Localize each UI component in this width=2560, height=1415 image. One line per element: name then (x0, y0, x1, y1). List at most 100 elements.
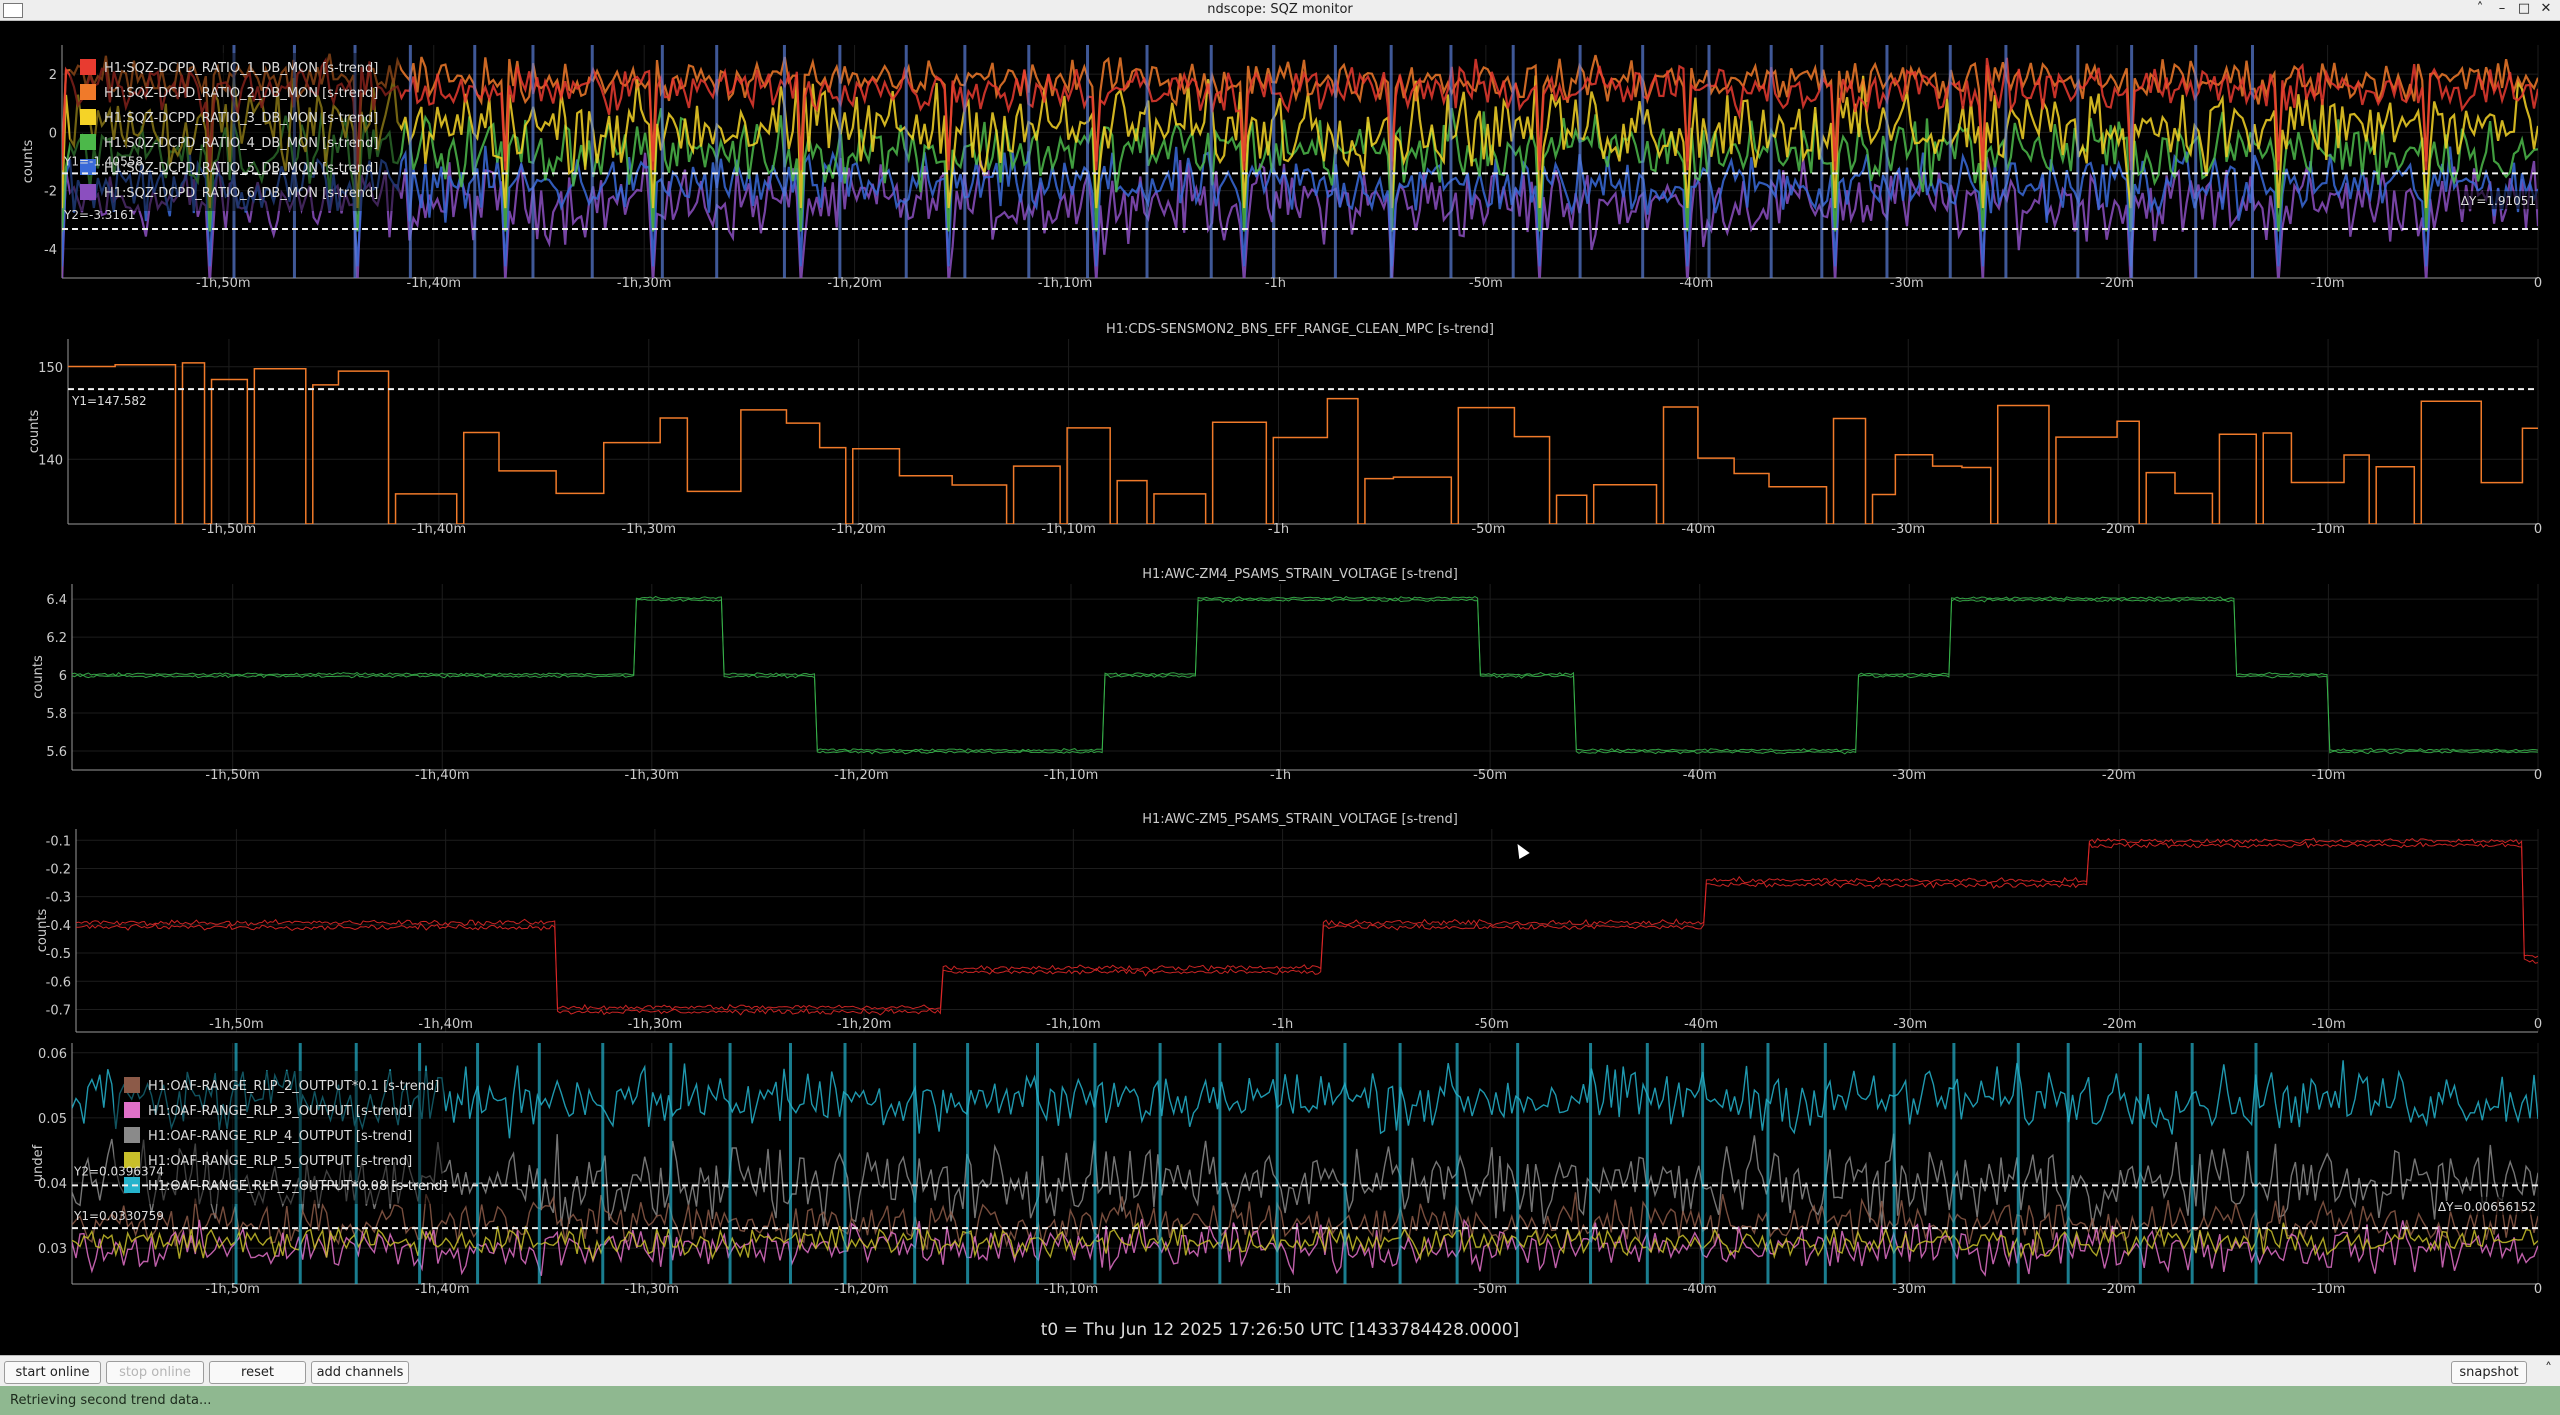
x-tick-label: -30m (1892, 1282, 1926, 1297)
x-tick-label: -1h,10m (1044, 768, 1099, 783)
stop-online-button[interactable]: stop online (106, 1361, 204, 1384)
x-tick-label: -10m (2311, 1282, 2345, 1297)
y-axis-label: counts (27, 410, 42, 454)
x-tick-label: -1h,30m (617, 276, 672, 291)
x-tick-label: -10m (2311, 522, 2345, 537)
bottom-toolbar: start online stop online reset add chann… (0, 1355, 2560, 1386)
x-tick-label: -1h (1268, 522, 1289, 537)
start-online-button[interactable]: start online (4, 1361, 101, 1384)
x-tick-label: -50m (1471, 522, 1505, 537)
y-tick-label: 5.8 (46, 707, 67, 722)
legend-swatch (124, 1127, 140, 1143)
minimize-icon[interactable]: – (2492, 1, 2512, 16)
x-tick-label: -50m (1469, 276, 1503, 291)
y1-cursor-label: Y1=-1.40558 (63, 154, 143, 168)
maximize-icon[interactable]: □ (2514, 1, 2534, 16)
y-tick-label: -0.6 (46, 975, 71, 990)
legend-swatch (124, 1102, 140, 1118)
legend-swatch (80, 134, 96, 150)
delta-y-label: ΔY=1.91051 (2461, 194, 2536, 208)
x-tick-label: -1h,10m (1041, 522, 1096, 537)
legend-entry: H1:OAF-RANGE_RLP_7_OUTPUT*0.08 [s-trend] (148, 1179, 448, 1194)
legend-swatch (80, 84, 96, 100)
x-tick-label: -1h (1270, 1282, 1291, 1297)
plot-sqz-dcpd[interactable]: counts 2 0 -2 -4 -1h,50m -1h,40m -1h,30m -1h,20m… (21, 45, 2542, 291)
plot-cds-range[interactable]: H1:CDS-SENSMON2_BNS_EFF_RANGE_CLEAN_MPC … (27, 322, 2542, 537)
legend-swatch (80, 109, 96, 125)
y-tick-label: 150 (38, 361, 63, 376)
plot-oaf-range[interactable]: undef0.060.050.040.03-1h,50m -1h,40m -1h,3… (31, 1043, 2542, 1297)
x-tick-label: -1h,40m (406, 276, 461, 291)
y-tick-label: 140 (38, 453, 63, 468)
x-tick-label: 0 (2534, 1282, 2542, 1297)
x-tick-label: -40m (1684, 1017, 1718, 1032)
y-tick-label: 5.6 (46, 745, 67, 760)
x-tick-label: -1h,50m (205, 768, 260, 783)
x-tick-label: -1h (1270, 768, 1291, 783)
x-tick-label: -1h,50m (202, 522, 257, 537)
legend-entry: H1:OAF-RANGE_RLP_3_OUTPUT [s-trend] (148, 1104, 412, 1119)
x-tick-label: -1h,30m (625, 768, 680, 783)
y-tick-label: 6.4 (46, 593, 67, 608)
y-tick-label: -0.7 (46, 1003, 71, 1018)
window-titlebar: ndscope: SQZ monitor ˄ – □ ✕ (0, 0, 2560, 21)
x-tick-label: -30m (1890, 276, 1924, 291)
x-tick-label: -50m (1473, 768, 1507, 783)
chevron-up-icon[interactable]: ˄ (2545, 1361, 2552, 1377)
plot-zm5[interactable]: H1:AWC-ZM5_PSAMS_STRAIN_VOLTAGE [s-trend… (35, 812, 2542, 1033)
y-tick-label: 6 (59, 669, 67, 684)
y-tick-label: 0 (49, 126, 57, 141)
x-tick-label: -1h,20m (831, 522, 886, 537)
legend-swatch (124, 1077, 140, 1093)
x-tick-label: -20m (2102, 768, 2136, 783)
x-tick-label: -1h,20m (827, 276, 882, 291)
y-tick-label: -0.3 (46, 891, 71, 906)
x-tick-label: -20m (2102, 1282, 2136, 1297)
x-tick-label: -50m (1473, 1282, 1507, 1297)
delta-y-label: ΔY=0.00656152 (2438, 1200, 2536, 1214)
legend-swatch (80, 59, 96, 75)
x-tick-label: -10m (2312, 1017, 2346, 1032)
y2-cursor-label: Y2=-3.3161 (63, 208, 135, 222)
x-tick-label: -30m (1893, 1017, 1927, 1032)
y2-cursor-label: Y2=0.0396374 (73, 1164, 164, 1178)
legend-entry: H1:SQZ-DCPD_RATIO_2_DB_MON [s-trend] (104, 86, 378, 101)
y-tick-label: -0.5 (46, 947, 71, 962)
x-tick-label: -20m (2103, 1017, 2137, 1032)
t0-label: t0 = Thu Jun 12 2025 17:26:50 UTC [14337… (1040, 1320, 1520, 1340)
legend-entry: H1:SQZ-DCPD_RATIO_3_DB_MON [s-trend] (104, 111, 378, 126)
x-tick-label: -30m (1892, 768, 1926, 783)
close-icon[interactable]: ✕ (2536, 1, 2556, 16)
plot-area[interactable]: counts 2 0 -2 -4 -1h,50m -1h,40m -1h,30m -1h,20m… (0, 21, 2560, 1351)
x-tick-label: 0 (2534, 276, 2542, 291)
reset-button[interactable]: reset (209, 1361, 306, 1384)
legend-entry: H1:SQZ-DCPD_RATIO_1_DB_MON [s-trend] (104, 61, 378, 76)
y-tick-label: 0.04 (38, 1177, 67, 1192)
plot-title: H1:AWC-ZM4_PSAMS_STRAIN_VOLTAGE [s-trend… (1142, 567, 1458, 582)
x-tick-label: -1h,10m (1044, 1282, 1099, 1297)
legend-swatch (80, 184, 96, 200)
legend-entry: H1:OAF-RANGE_RLP_5_OUTPUT [s-trend] (148, 1154, 412, 1169)
y-tick-label: -4 (44, 243, 57, 258)
x-tick-label: -40m (1683, 1282, 1717, 1297)
x-tick-label: -1h,30m (625, 1282, 680, 1297)
x-tick-label: -1h,10m (1038, 276, 1093, 291)
y-tick-label: -2 (44, 185, 57, 200)
x-tick-label: -50m (1475, 1017, 1509, 1032)
y-tick-label: 0.06 (38, 1047, 67, 1062)
x-tick-label: 0 (2534, 522, 2542, 537)
x-tick-label: -40m (1681, 522, 1715, 537)
x-tick-label: -40m (1679, 276, 1713, 291)
snapshot-button[interactable]: snapshot (2451, 1361, 2527, 1384)
y-tick-label: -0.2 (46, 862, 71, 877)
add-channels-button[interactable]: add channels (311, 1361, 409, 1384)
x-tick-label: -1h,50m (209, 1017, 264, 1032)
x-tick-label: -1h,20m (837, 1017, 892, 1032)
y-axis-label: counts (21, 140, 36, 184)
y-tick-label: 2 (49, 68, 57, 83)
chevron-up-icon[interactable]: ˄ (2470, 1, 2490, 16)
legend: H1:OAF-RANGE_RLP_2_OUTPUT*0.1 [s-trend] H… (114, 1071, 448, 1204)
legend-entry: H1:OAF-RANGE_RLP_4_OUTPUT [s-trend] (148, 1129, 412, 1144)
plot-zm4[interactable]: H1:AWC-ZM4_PSAMS_STRAIN_VOLTAGE [s-trend… (31, 567, 2542, 783)
x-tick-label: -20m (2100, 276, 2134, 291)
